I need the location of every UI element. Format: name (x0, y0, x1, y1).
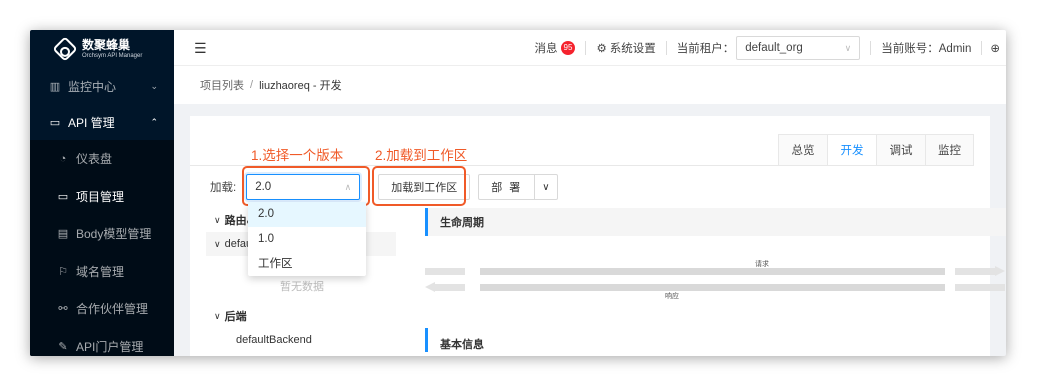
deploy-button[interactable]: 部 署 (478, 174, 536, 200)
view-tabs: 总览 开发 调试 监控 (778, 134, 974, 166)
tenant-select[interactable]: default_org ∨ (736, 36, 861, 60)
response-arrow-icon (425, 282, 435, 292)
chevron-down-icon: ∨ (542, 181, 550, 193)
brand-logo[interactable]: 数聚蜂巢 Orchsym API Manager (30, 30, 174, 68)
sidebar-item-label: 合作伙伴管理 (76, 302, 149, 317)
annotation-step1: 1.选择一个版本 (251, 148, 344, 163)
sidebar-item-monitoring[interactable]: ▥ 监控中心 ⌄ (30, 68, 174, 104)
sidebar-item-body-models[interactable]: ▤ Body模型管理 (30, 215, 174, 253)
request-bar-right (955, 268, 995, 275)
globe-icon: ⊕ (990, 43, 1000, 55)
tree-item-backend[interactable]: defaultBackend (206, 328, 396, 352)
language-button[interactable]: ⊕ (982, 41, 1006, 55)
top-header: ☰ 消息 95 ⚙ 系统设置 当前租户： default_org ∨ 当前账号：… (174, 30, 1006, 66)
request-bar (480, 268, 945, 275)
deploy-dropdown-button[interactable]: ∨ (535, 174, 558, 200)
sidebar-item-label: Body模型管理 (76, 227, 152, 242)
chevron-down-icon: ∨ (844, 42, 852, 53)
messages-button[interactable]: 消息 95 (525, 40, 586, 56)
request-bar-left (425, 268, 465, 275)
hive-logo-icon (52, 36, 78, 62)
chevron-down-icon: ∨ (214, 238, 221, 249)
tenant-label: 当前租户： (676, 43, 735, 55)
chevron-down-icon: ∨ (214, 214, 221, 225)
sidebar: 数聚蜂巢 Orchsym API Manager ▥ 监控中心 ⌄ ▭ API … (30, 30, 174, 356)
annotation-box-version (242, 166, 370, 206)
annotation-step2: 2.加载到工作区 (375, 148, 468, 163)
empty-text: 暂无数据 (280, 281, 324, 293)
edit-icon: ✎ (58, 340, 68, 353)
sidebar-item-label: API 管理 (68, 115, 115, 130)
tab-overview[interactable]: 总览 (778, 134, 827, 166)
version-dropdown: 2.0 1.0 工作区 (248, 202, 366, 276)
api-submenu: ◔ 仪表盘 ▭ 项目管理 ▤ Body模型管理 ⚐ 域名管理 ⚯ 合作伙伴管理 … (30, 140, 174, 356)
tree-group-label: 后端 (224, 311, 247, 323)
tenant-value: default_org (745, 42, 803, 54)
brand-name: 数聚蜂巢 (82, 37, 131, 52)
account-info[interactable]: 当前账号：Admin (871, 40, 981, 56)
sidebar-item-projects[interactable]: ▭ 项目管理 (30, 178, 174, 216)
request-label: 请求 (755, 261, 769, 268)
settings-label: 系统设置 (609, 43, 656, 55)
tab-monitor[interactable]: 监控 (925, 134, 974, 166)
version-option[interactable]: 工作区 (248, 251, 366, 276)
breadcrumb-separator: / (250, 79, 254, 91)
app-window: 数聚蜂巢 Orchsym API Manager ▥ 监控中心 ⌄ ▭ API … (30, 30, 1006, 356)
version-option[interactable]: 1.0 (248, 227, 366, 252)
breadcrumb-parent[interactable]: 项目列表 (200, 77, 244, 93)
breadcrumb-current: liuzhaoreq - 开发 (259, 80, 342, 92)
menu-fold-icon[interactable]: ☰ (194, 40, 207, 57)
brand-subtitle: Orchsym API Manager (82, 52, 143, 59)
tab-develop[interactable]: 开发 (827, 134, 876, 166)
load-label: 加载: (210, 182, 237, 194)
tenant-area: 当前租户： default_org ∨ (667, 36, 871, 60)
lifecycle-flow: 请求 响应 (425, 258, 1006, 314)
annotation-box-load (372, 166, 466, 206)
dashboard-icon: ◔ (59, 152, 67, 165)
sidebar-item-partners[interactable]: ⚯ 合作伙伴管理 (30, 290, 174, 328)
tree-group-backend[interactable]: ∨ 后端 (206, 304, 396, 328)
response-label: 响应 (665, 293, 679, 300)
sidebar-item-domains[interactable]: ⚐ 域名管理 (30, 253, 174, 291)
response-bar-right (955, 284, 1005, 291)
request-arrow-icon (995, 266, 1005, 276)
version-option[interactable]: 2.0 (248, 202, 366, 227)
flag-icon: ⚐ (58, 265, 68, 278)
account-label: 当前账号：Admin (881, 43, 972, 55)
document-icon: ▤ (57, 228, 69, 241)
sidebar-item-label: 监控中心 (68, 79, 117, 94)
sidebar-item-label: 仪表盘 (76, 152, 113, 167)
chevron-up-icon: ⌃ (150, 116, 158, 127)
response-bar (480, 284, 945, 291)
response-bar-left (435, 284, 465, 291)
sidebar-item-label: 项目管理 (76, 189, 125, 204)
system-settings-button[interactable]: ⚙ 系统设置 (586, 40, 665, 56)
messages-label: 消息 (534, 43, 558, 55)
folder-icon: ▭ (57, 190, 69, 203)
folder-icon: ▭ (49, 116, 61, 129)
gear-icon: ⚙ (596, 43, 607, 55)
lifecycle-panel: 生命周期 请求 响应 基本信息 (425, 208, 1006, 352)
sidebar-item-label: API门户管理 (76, 339, 144, 354)
sidebar-item-dashboard[interactable]: ◔ 仪表盘 (30, 140, 174, 178)
sidebar-item-label: 域名管理 (76, 264, 125, 279)
basic-info-title: 基本信息 (425, 328, 484, 352)
chevron-down-icon: ∨ (214, 310, 221, 321)
partner-icon: ⚯ (58, 303, 68, 316)
sidebar-item-api-portal[interactable]: ✎ API门户管理 (30, 328, 174, 357)
breadcrumb: 项目列表 / liuzhaoreq - 开发 (174, 66, 1006, 104)
chevron-down-icon: ⌄ (150, 80, 158, 91)
lifecycle-title: 生命周期 (425, 208, 1006, 236)
sidebar-item-api-management[interactable]: ▭ API 管理 ⌃ (30, 104, 174, 140)
message-count-badge: 95 (560, 41, 576, 55)
tab-debug[interactable]: 调试 (876, 134, 925, 166)
chart-icon: ▥ (49, 80, 61, 93)
